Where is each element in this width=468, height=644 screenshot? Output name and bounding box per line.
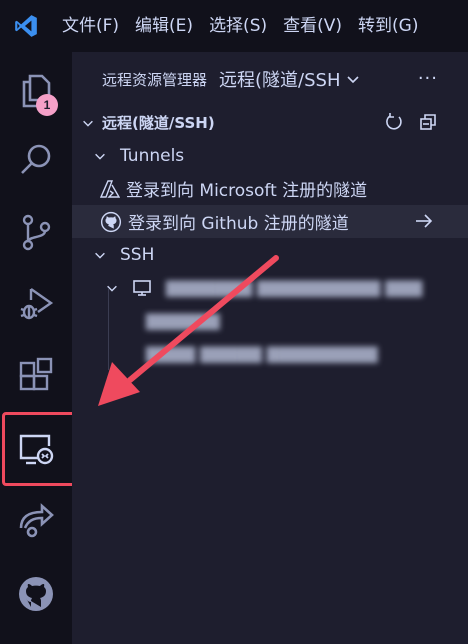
redacted-text: ▇▇▇▇▇▇ (146, 311, 220, 330)
ssh-host-detail-1: ▇▇▇▇▇▇ (72, 304, 468, 337)
source-control-button[interactable] (0, 196, 72, 268)
tunnel-item-label: 登录到向 Github 注册的隧道 (128, 214, 349, 234)
search-button[interactable] (0, 124, 72, 196)
menu-bar: 文件(F) 编辑(E) 选择(S) 查看(V) 转到(G) (52, 0, 426, 52)
panel-title: 远程资源管理器 (102, 70, 208, 89)
chevron-down-icon (92, 148, 108, 164)
section-actions (384, 112, 438, 136)
remote-type-value: 远程(隧道/SSH (219, 70, 341, 91)
run-debug-icon (20, 288, 54, 320)
panel-header: 远程资源管理器 远程(隧道/SSH ··· (72, 52, 468, 106)
ssh-group[interactable]: SSH (72, 238, 468, 271)
chevron-down-icon (345, 71, 361, 87)
vscode-logo-icon (0, 0, 52, 52)
title-bar: 文件(F) 编辑(E) 选择(S) 查看(V) 转到(G) (0, 0, 468, 52)
section-title: 远程(隧道/SSH) (102, 114, 215, 132)
refresh-icon[interactable] (384, 112, 404, 136)
ssh-label: SSH (120, 244, 155, 265)
live-share-button[interactable] (0, 484, 72, 556)
ssh-host-name-redacted: ▇▇▇▇▇▇▇ ▇▇▇▇▇▇▇▇▇▇ ▇▇▇ (166, 278, 423, 297)
extensions-icon (19, 357, 53, 391)
tunnel-item-microsoft[interactable]: 登录到向 Microsoft 注册的隧道 (72, 172, 468, 205)
tunnel-item-label: 登录到向 Microsoft 注册的隧道 (126, 181, 368, 201)
section-header-remote[interactable]: 远程(隧道/SSH) (72, 106, 468, 139)
remote-type-select[interactable]: 远程(隧道/SSH (219, 66, 360, 92)
chevron-down-icon (92, 247, 108, 263)
menu-go[interactable]: 转到(G) (350, 0, 426, 52)
chevron-down-icon (104, 280, 120, 296)
menu-view[interactable]: 查看(V) (275, 0, 350, 52)
remote-explorer-highlight (2, 412, 76, 486)
arrow-right-icon[interactable] (414, 211, 434, 231)
live-share-icon (19, 503, 54, 538)
monitor-icon (132, 278, 152, 298)
ssh-host-item[interactable]: ▇▇▇▇▇▇▇ ▇▇▇▇▇▇▇▇▇▇ ▇▇▇ (72, 271, 468, 304)
run-debug-button[interactable] (0, 268, 72, 340)
remote-explorer-panel: 远程资源管理器 远程(隧道/SSH ··· 远程(隧道/SSH) Tunnels… (72, 52, 468, 644)
chevron-down-icon (80, 115, 96, 131)
explorer-button[interactable]: 1 (0, 54, 72, 126)
azure-icon (100, 179, 120, 199)
tree-indent-guide (108, 288, 109, 370)
menu-file[interactable]: 文件(F) (52, 0, 127, 52)
ssh-host-detail-2: ▇▇▇▇ ▇▇▇▇▇ ▇▇▇▇▇▇▇▇▇ (72, 337, 468, 370)
explorer-badge: 1 (36, 94, 58, 116)
menu-edit[interactable]: 编辑(E) (127, 0, 201, 52)
activity-bar: 1 (0, 52, 76, 644)
more-actions-button[interactable]: ··· (418, 68, 438, 89)
redacted-text: ▇▇▇▇ ▇▇▇▇▇ ▇▇▇▇▇▇▇▇▇ (146, 344, 378, 363)
github-icon (100, 211, 122, 233)
source-control-icon (22, 214, 51, 251)
tunnels-label: Tunnels (120, 145, 185, 166)
extensions-button[interactable] (0, 340, 72, 412)
tunnel-item-github[interactable]: 登录到向 Github 注册的隧道 (72, 205, 468, 238)
search-icon (21, 144, 51, 174)
collapse-all-icon[interactable] (418, 112, 438, 136)
github-button[interactable] (0, 558, 72, 630)
github-icon (19, 577, 53, 611)
tunnels-group[interactable]: Tunnels (72, 139, 468, 172)
menu-selection[interactable]: 选择(S) (201, 0, 275, 52)
